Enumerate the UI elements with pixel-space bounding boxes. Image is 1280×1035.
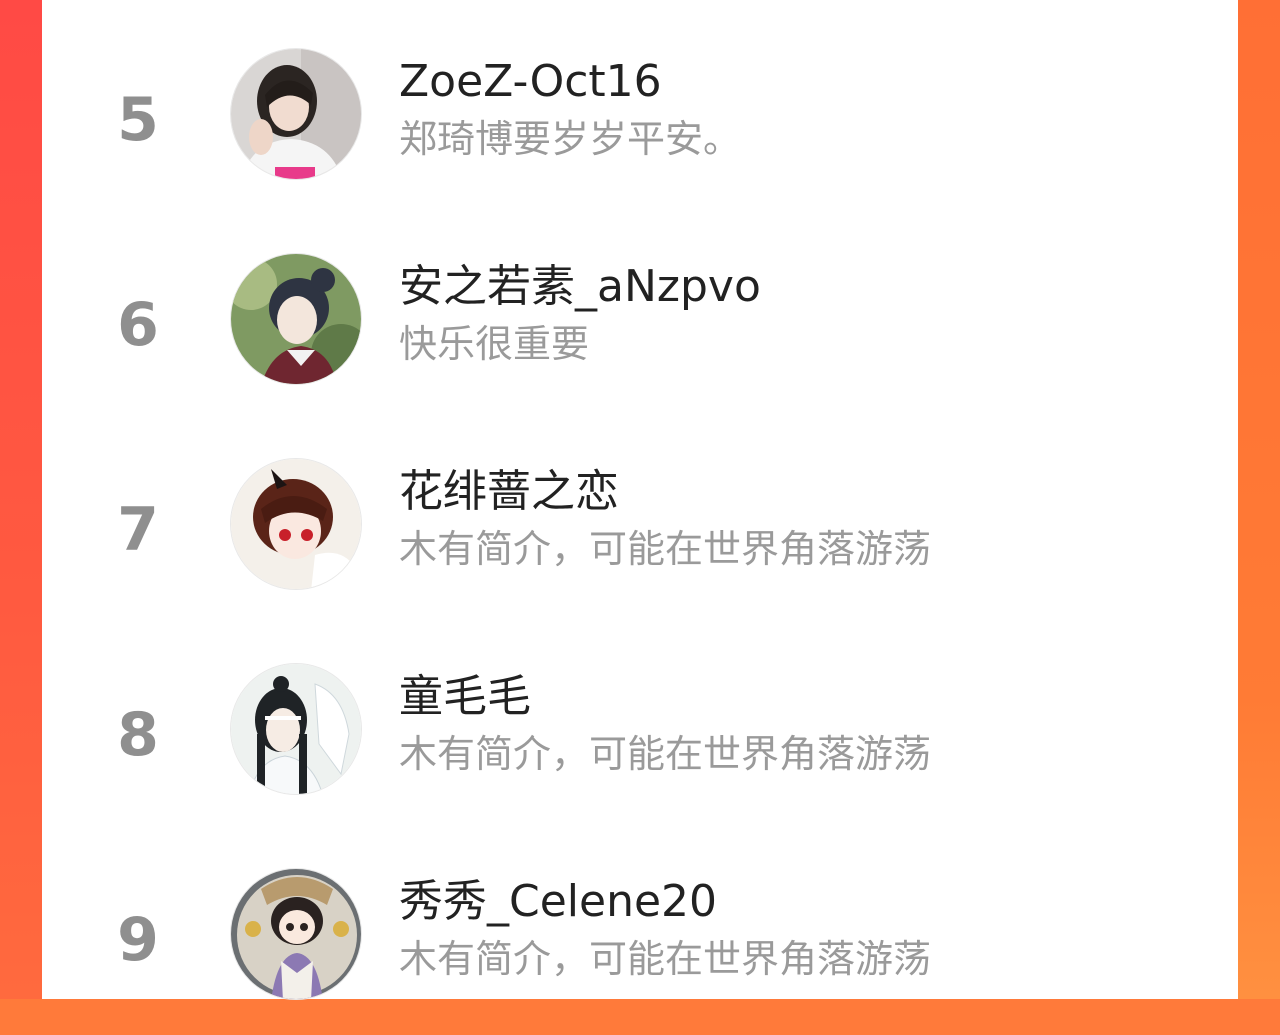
ranking-list: 5 ZoeZ-Oct16 郑琦博要岁岁平安。 6 安之若素_aNzpvo 快乐很… — [42, 0, 1238, 1000]
list-item[interactable]: 8 童毛毛 木有简介，可能在世界角落游荡 — [42, 625, 1238, 830]
list-item[interactable]: 9 秀秀_Celene20 木有简介，可能在世界角落游荡 — [42, 830, 1238, 1035]
frame-right — [1238, 0, 1280, 999]
rank-number: 7 — [117, 495, 159, 565]
avatar-photo-girl-icon — [231, 49, 361, 179]
user-name[interactable]: ZoeZ-Oct16 — [399, 60, 662, 104]
avatar[interactable] — [230, 458, 362, 590]
avatar[interactable] — [230, 663, 362, 795]
rank-number: 9 — [117, 905, 159, 975]
list-item[interactable]: 5 ZoeZ-Oct16 郑琦博要岁岁平安。 — [42, 10, 1238, 215]
user-bio: 木有简介，可能在世界角落游荡 — [399, 527, 932, 571]
avatar[interactable] — [230, 868, 362, 1000]
user-name[interactable]: 秀秀_Celene20 — [399, 880, 717, 924]
user-name[interactable]: 花绯蔷之恋 — [399, 470, 619, 514]
rank-number: 6 — [117, 290, 159, 360]
avatar-anime-red-eyes-icon — [231, 459, 361, 589]
user-bio: 快乐很重要 — [399, 322, 590, 366]
user-name[interactable]: 童毛毛 — [399, 675, 531, 719]
list-item[interactable]: 6 安之若素_aNzpvo 快乐很重要 — [42, 215, 1238, 420]
user-bio: 木有简介，可能在世界角落游荡 — [399, 937, 932, 981]
avatar[interactable] — [230, 253, 362, 385]
rank-number: 8 — [117, 700, 159, 770]
rank-number: 5 — [117, 85, 159, 155]
user-bio: 郑琦博要岁岁平安。 — [399, 117, 742, 161]
user-bio: 木有简介，可能在世界角落游荡 — [399, 732, 932, 776]
avatar[interactable] — [230, 48, 362, 180]
avatar-anime-chibi-icon — [231, 869, 361, 999]
list-item[interactable]: 7 花绯蔷之恋 木有简介，可能在世界角落游荡 — [42, 420, 1238, 625]
user-name[interactable]: 安之若素_aNzpvo — [399, 265, 761, 309]
frame-left — [0, 0, 42, 999]
avatar-anime-white-robe-icon — [231, 664, 361, 794]
avatar-anime-green-icon — [231, 254, 361, 384]
